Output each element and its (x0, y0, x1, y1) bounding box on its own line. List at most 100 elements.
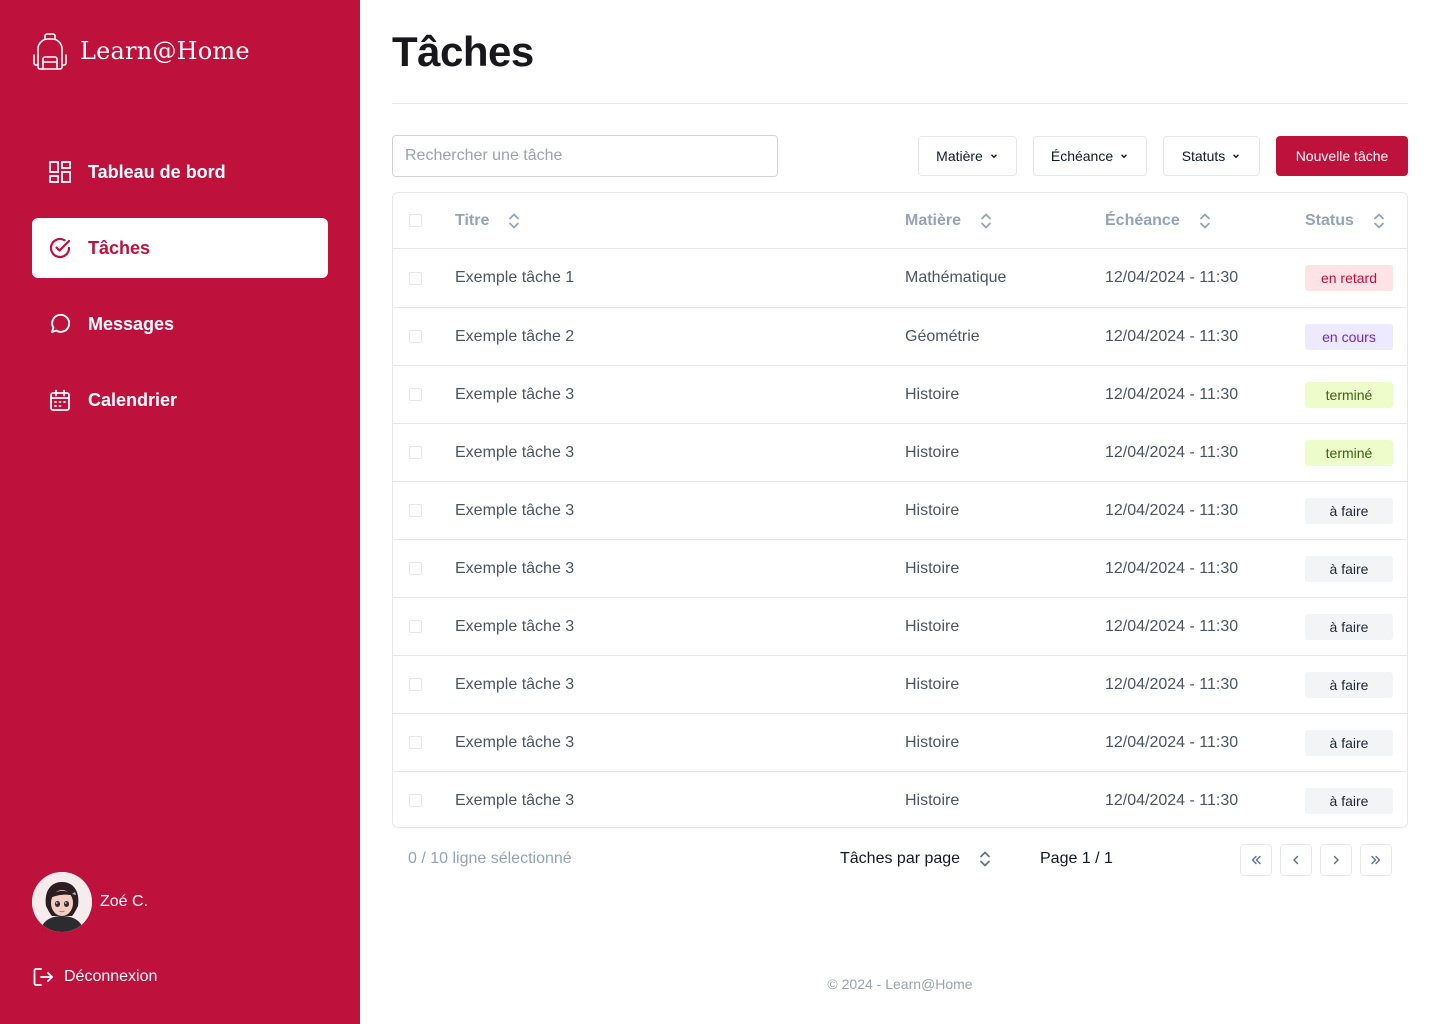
sidebar-item-dashboard[interactable]: Tableau de bord (32, 142, 328, 202)
row-checkbox[interactable] (409, 620, 422, 633)
status-badge: terminé (1305, 439, 1393, 466)
main-content: Tâches Matière Échéance Statuts Nouvelle… (392, 0, 1408, 1024)
calendar-icon (48, 388, 72, 412)
sidebar-item-label: Tableau de bord (88, 161, 226, 182)
status-badge: terminé (1305, 381, 1393, 408)
task-due-date: 12/04/2024 - 11:30 (1105, 385, 1239, 403)
column-header-subject[interactable]: Matière (905, 212, 1105, 230)
sort-icon (980, 851, 990, 867)
sidebar-nav: Tableau de bord Tâches Messages Calendri… (32, 142, 328, 446)
sort-icon (1199, 213, 1210, 228)
task-subject: Histoire (905, 675, 960, 693)
filter-label: Matière (936, 148, 983, 164)
row-checkbox[interactable] (409, 504, 422, 517)
row-checkbox[interactable] (409, 562, 422, 575)
task-title: Exemple tâche 3 (455, 791, 575, 809)
row-checkbox[interactable] (409, 388, 422, 401)
status-badge: à faire (1305, 787, 1393, 814)
pagination: 0 / 10 ligne sélectionné Tâches par page… (392, 844, 1408, 876)
task-subject: Histoire (905, 559, 960, 577)
brand[interactable]: Learn@Home (32, 30, 250, 72)
table-row[interactable]: Exemple tâche 3 Histoire 12/04/2024 - 11… (393, 597, 1407, 655)
table-row[interactable]: Exemple tâche 3 Histoire 12/04/2024 - 11… (393, 771, 1407, 827)
sort-icon (509, 213, 520, 228)
user-profile[interactable]: Zoé C. (32, 872, 148, 932)
task-due-date: 12/04/2024 - 11:30 (1105, 675, 1239, 693)
app-name: Learn@Home (80, 37, 250, 65)
task-subject: Histoire (905, 385, 960, 403)
row-checkbox[interactable] (409, 271, 422, 285)
column-header-title[interactable]: Titre (455, 212, 905, 230)
table-row[interactable]: Exemple tâche 2 Géométrie 12/04/2024 - 1… (393, 307, 1407, 365)
row-checkbox[interactable] (409, 330, 422, 343)
status-badge: en cours (1305, 323, 1393, 350)
task-title: Exemple tâche 3 (455, 733, 575, 751)
status-badge: en retard (1305, 265, 1393, 291)
footer-copyright: © 2024 - Learn@Home (827, 976, 973, 992)
tasks-table: Titre Matière Échéance Status Exemple tâ… (392, 192, 1408, 828)
status-badge: à faire (1305, 613, 1393, 640)
table-row[interactable]: Exemple tâche 3 Histoire 12/04/2024 - 11… (393, 539, 1407, 597)
status-badge: à faire (1305, 729, 1393, 756)
table-row[interactable]: Exemple tâche 3 Histoire 12/04/2024 - 11… (393, 655, 1407, 713)
sidebar-item-label: Messages (88, 313, 175, 334)
table-row[interactable]: Exemple tâche 1 Mathématique 12/04/2024 … (393, 249, 1407, 307)
task-due-date: 12/04/2024 - 11:30 (1105, 443, 1239, 461)
column-header-status[interactable]: Status (1305, 212, 1407, 230)
page-indicator: Page 1 / 1 (1040, 850, 1113, 867)
column-header-due-date[interactable]: Échéance (1105, 212, 1305, 230)
task-title: Exemple tâche 3 (455, 559, 575, 577)
task-title: Exemple tâche 3 (455, 443, 575, 461)
select-all-checkbox[interactable] (409, 214, 422, 227)
rows-per-page-select[interactable]: Tâches par page (840, 850, 992, 868)
chevron-down-icon (1233, 154, 1240, 159)
last-page-button[interactable] (1360, 844, 1392, 876)
table-body: Exemple tâche 1 Mathématique 12/04/2024 … (393, 249, 1407, 827)
logout-button[interactable]: Déconnexion (32, 966, 157, 988)
row-checkbox[interactable] (409, 736, 422, 749)
logout-icon (33, 968, 53, 986)
task-title: Exemple tâche 2 (455, 327, 575, 345)
sidebar-item-messages[interactable]: Messages (32, 294, 328, 354)
chevron-down-icon (990, 154, 997, 159)
status-badge: à faire (1305, 497, 1393, 524)
task-due-date: 12/04/2024 - 11:30 (1105, 501, 1239, 519)
sidebar-item-calendar[interactable]: Calendrier (32, 370, 328, 430)
first-page-button[interactable] (1240, 844, 1272, 876)
message-icon (48, 312, 72, 336)
dashboard-icon (48, 160, 72, 184)
table-row[interactable]: Exemple tâche 3 Histoire 12/04/2024 - 11… (393, 365, 1407, 423)
page-title: Tâches (392, 28, 534, 75)
task-subject: Histoire (905, 443, 960, 461)
task-subject: Histoire (905, 791, 960, 809)
new-task-button[interactable]: Nouvelle tâche (1276, 136, 1408, 176)
status-filter-button[interactable]: Statuts (1163, 136, 1260, 176)
subject-filter-button[interactable]: Matière (918, 136, 1017, 176)
backpack-icon (33, 33, 67, 70)
chevron-left-icon (1293, 855, 1299, 865)
status-badge: à faire (1305, 671, 1393, 698)
table-row[interactable]: Exemple tâche 3 Histoire 12/04/2024 - 11… (393, 481, 1407, 539)
task-due-date: 12/04/2024 - 11:30 (1105, 327, 1239, 345)
previous-page-button[interactable] (1280, 844, 1312, 876)
row-checkbox[interactable] (409, 678, 422, 691)
table-row[interactable]: Exemple tâche 3 Histoire 12/04/2024 - 11… (393, 423, 1407, 481)
sidebar-item-label: Tâches (88, 237, 151, 258)
task-title: Exemple tâche 3 (455, 385, 575, 403)
search-input[interactable] (392, 135, 778, 177)
task-subject: Géométrie (905, 327, 980, 345)
sidebar-item-tasks[interactable]: Tâches (32, 218, 328, 278)
row-checkbox[interactable] (409, 446, 422, 459)
next-page-button[interactable] (1320, 844, 1352, 876)
check-circle-icon (48, 236, 72, 260)
sort-icon (981, 213, 991, 228)
chevron-right-icon (1333, 855, 1339, 865)
due-date-filter-button[interactable]: Échéance (1033, 136, 1147, 176)
status-badge: à faire (1305, 555, 1393, 582)
row-checkbox[interactable] (409, 794, 422, 807)
avatar (32, 872, 92, 932)
task-title: Exemple tâche 3 (455, 675, 575, 693)
task-subject: Histoire (905, 501, 960, 519)
filter-label: Échéance (1050, 148, 1114, 164)
table-row[interactable]: Exemple tâche 3 Histoire 12/04/2024 - 11… (393, 713, 1407, 771)
